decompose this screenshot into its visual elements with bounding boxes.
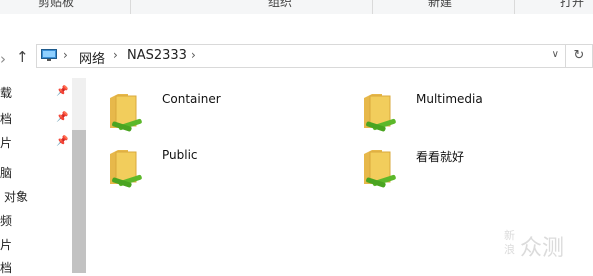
chevron-down-icon[interactable]: ∨: [552, 49, 559, 60]
watermark-char: 新: [504, 229, 515, 242]
list-item[interactable]: Public: [88, 138, 338, 188]
address-bar[interactable]: › 网络 › NAS2333 › ∨: [36, 44, 566, 68]
nav-pane-scrollbar-thumb[interactable]: [72, 130, 86, 273]
file-name: 看看就好: [416, 150, 465, 164]
ribbon-group-clipboard: 剪贴板: [38, 0, 75, 9]
nav-pane-item[interactable]: 片: [0, 236, 12, 253]
list-item[interactable]: Multimedia: [342, 82, 592, 132]
pin-icon[interactable]: 📌: [56, 112, 68, 123]
breadcrumb-network[interactable]: 网络: [79, 48, 105, 67]
nav-pane-item[interactable]: 脑: [0, 164, 12, 181]
up-arrow-icon[interactable]: ↑: [16, 49, 29, 65]
ribbon-divider: [130, 0, 131, 14]
ribbon-group-new: 新建: [428, 0, 453, 9]
nav-pane-item[interactable]: 档: [0, 110, 12, 127]
network-computer-icon: [41, 49, 57, 61]
watermark-text: 众测: [520, 236, 565, 261]
forward-arrow-icon[interactable]: ›: [0, 51, 6, 67]
breadcrumb-nas[interactable]: NAS2333: [127, 48, 187, 63]
nav-pane-item[interactable]: 载: [0, 84, 12, 101]
nav-pane-item[interactable]: 频: [0, 212, 12, 229]
ribbon-group-label-strip: 剪贴板 组织 新建 打开: [0, 0, 593, 15]
watermark-char: 浪: [504, 243, 515, 256]
ribbon-divider: [514, 0, 515, 14]
nav-pane-item[interactable]: 档: [0, 259, 12, 276]
list-item[interactable]: Container: [88, 82, 338, 132]
network-share-folder-icon: [110, 94, 142, 132]
file-name: Public: [162, 148, 198, 162]
breadcrumb-chevron-icon[interactable]: ›: [191, 48, 196, 62]
refresh-icon: ↻: [573, 48, 585, 63]
navigation-bar: › ↑ › 网络 › NAS2333 › ∨ ↻: [0, 14, 593, 71]
network-share-folder-icon: [364, 94, 396, 132]
watermark: 新 浪 众测: [498, 224, 588, 264]
pin-icon[interactable]: 📌: [56, 136, 68, 147]
ribbon-group-organize: 组织: [268, 0, 293, 9]
ribbon-divider: [372, 0, 373, 14]
file-name: Multimedia: [416, 92, 483, 106]
network-share-folder-icon: [364, 150, 396, 188]
list-item[interactable]: 看看就好: [342, 138, 592, 188]
ribbon-group-open: 打开: [560, 0, 585, 9]
file-name: Container: [162, 92, 221, 106]
network-share-folder-icon: [110, 150, 142, 188]
nav-pane-item[interactable]: 片: [0, 134, 12, 151]
navigation-pane: 载 📌 档 📌 片 📌 脑 对象 频 片 档: [0, 78, 88, 276]
nav-pane-item[interactable]: 对象: [4, 188, 28, 205]
refresh-button[interactable]: ↻: [566, 44, 593, 68]
breadcrumb-chevron-icon[interactable]: ›: [113, 48, 118, 62]
pin-icon[interactable]: 📌: [56, 86, 68, 97]
breadcrumb-chevron-icon[interactable]: ›: [63, 48, 68, 62]
